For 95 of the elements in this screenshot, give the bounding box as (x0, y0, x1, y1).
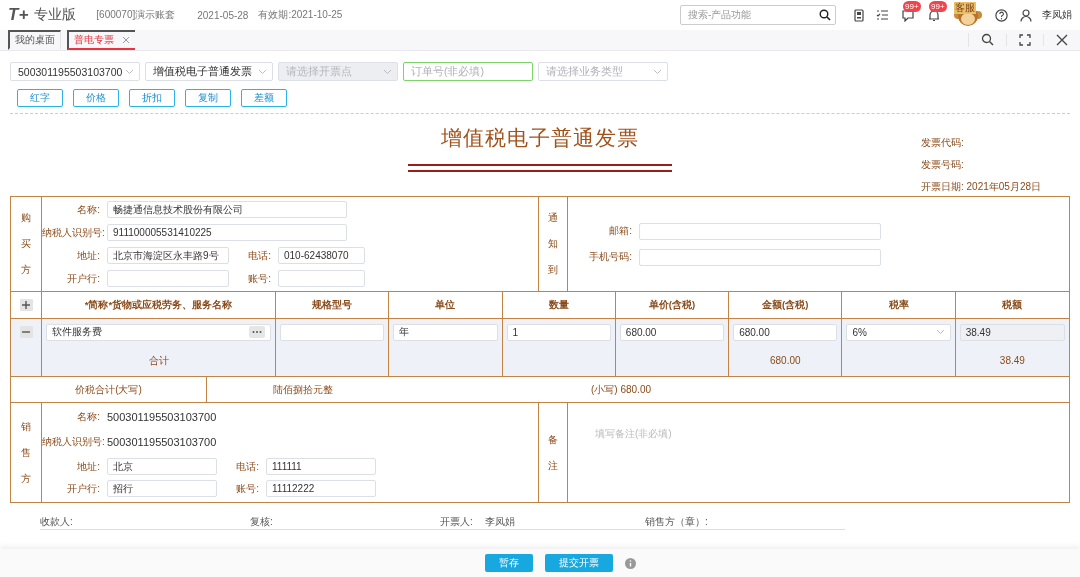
edition-label: 专业版 (34, 6, 77, 24)
service-sign[interactable]: 客服 (954, 2, 976, 14)
column-header: 税额 (1002, 298, 1023, 312)
plus-icon (22, 301, 30, 309)
help-icon[interactable] (995, 8, 1008, 22)
dropdown[interactable]: 500301195503103700 (10, 62, 140, 81)
signature-line: 销售方（章）: (645, 515, 845, 530)
input-field[interactable]: 680.00 (619, 323, 725, 341)
input-field[interactable] (280, 323, 385, 341)
tab[interactable]: 普电专票 (67, 30, 135, 50)
total-amount: 680.00 (770, 355, 801, 366)
field-label: 开户行: (66, 271, 100, 286)
section-label: 通知到 (548, 211, 558, 277)
input-field[interactable]: 1 (506, 323, 611, 341)
total-label: 合计 (148, 353, 169, 368)
section-label: 备注 (548, 432, 558, 473)
field-label: 名称: (76, 202, 100, 217)
dropdown[interactable]: 增值税电子普通发票 (145, 62, 273, 81)
amount-in-words: 陆佰捌拾元整 (273, 382, 334, 397)
message-icon[interactable] (901, 8, 915, 22)
invoice-meta: 发票代码: (921, 136, 965, 150)
column-header: 税率 (888, 298, 909, 312)
signature-line: 开票人: 李凤娟 (440, 515, 645, 530)
input-field[interactable]: 招行 (107, 480, 217, 497)
action-button[interactable]: 红字 (17, 89, 63, 107)
column-header: 数量 (548, 298, 569, 312)
field-label: 邮箱: (608, 224, 632, 238)
input-field[interactable] (639, 222, 881, 240)
input-field[interactable]: 680.00 (733, 323, 838, 341)
field-label: 开户行: (66, 481, 100, 496)
input-field[interactable] (278, 270, 365, 287)
input-field[interactable] (107, 270, 229, 287)
invoice-title: 增值税电子普通发票 (440, 125, 640, 151)
field-label: 地址: (76, 248, 100, 263)
amount-in-figures: (小写) 680.00 (591, 382, 652, 397)
action-button[interactable]: 折扣 (129, 89, 175, 107)
calculator-icon[interactable] (854, 8, 864, 22)
validity-label: 有效期:2021-10-25 (258, 8, 343, 22)
signature-line: 收款人: (40, 515, 250, 530)
input-field[interactable]: 010-62438070 (278, 247, 365, 264)
date-label: 2021-05-28 (197, 9, 249, 21)
action-button[interactable]: 复制 (185, 89, 231, 107)
column-header: 单位 (435, 298, 456, 312)
field-value: 500301195503103700 (107, 410, 217, 423)
add-row-button[interactable] (19, 299, 33, 311)
user-name[interactable]: 李凤娟 (1042, 8, 1072, 22)
chevron-down-icon (653, 68, 662, 75)
notification-badge: 99+ (929, 0, 947, 12)
input-field[interactable]: 北京 (107, 458, 217, 475)
input-field[interactable]: 软件服务费 (46, 323, 271, 341)
chevron-down-icon (125, 68, 134, 75)
tab[interactable]: 我的桌面 (8, 30, 61, 50)
action-button[interactable]: 价格 (73, 89, 119, 107)
field-label: 手机号码: (588, 250, 632, 264)
field-label: 账号: (247, 271, 271, 286)
field-value: 500301195503103700 (107, 435, 217, 448)
search-icon[interactable] (819, 9, 831, 21)
field-label: 账号: (235, 481, 259, 496)
input-field[interactable]: 北京市海淀区永丰路9号 (107, 247, 229, 264)
dropdown[interactable]: 6% (846, 323, 951, 341)
action-button[interactable]: 差额 (241, 89, 287, 107)
input-field[interactable]: 年 (393, 323, 498, 341)
column-header: 规格型号 (312, 298, 353, 312)
account-label: [600070]演示账套 (96, 8, 176, 22)
section-label: 购买方 (21, 211, 31, 277)
invoice-meta: 开票日期: 2021年05月28日 (921, 180, 1043, 194)
field-label: 名称: (76, 409, 100, 424)
field-label: 电话: (247, 248, 271, 263)
notification-badge: 99+ (903, 0, 921, 12)
checklist-icon[interactable] (876, 9, 889, 21)
chevron-down-icon (383, 68, 392, 75)
column-header: 金额(含税) (762, 298, 809, 312)
minus-icon (22, 328, 30, 336)
section-label: 销售方 (21, 419, 31, 486)
input-field[interactable]: 11112222 (266, 480, 376, 497)
chevron-down-icon (935, 329, 945, 335)
input-field[interactable]: 38.49 (959, 323, 1065, 341)
info-icon[interactable] (624, 557, 636, 569)
total-tax: 38.49 (999, 355, 1025, 366)
user-icon[interactable] (1020, 8, 1032, 22)
signature-line: 复核: (250, 515, 440, 530)
invoice-meta: 发票号码: (921, 158, 965, 172)
input-field[interactable]: 畅捷通信息技术股份有限公司 (107, 201, 347, 218)
total-label: 价税合计(大写) (11, 377, 207, 402)
column-header: 单价(含税) (648, 298, 696, 312)
chevron-down-icon (258, 68, 267, 75)
remove-row-button[interactable] (19, 326, 33, 338)
more-icon[interactable] (249, 326, 265, 338)
input-field[interactable]: 111111 (266, 458, 376, 475)
input-field[interactable]: 911100005531410225 (107, 224, 347, 241)
logo: T+ (8, 5, 29, 25)
input-field[interactable] (639, 248, 881, 266)
field-label: 地址: (76, 459, 100, 474)
column-header: *简称*货物或应税劳务、服务名称 (84, 298, 233, 312)
field-label: 电话: (235, 459, 259, 474)
